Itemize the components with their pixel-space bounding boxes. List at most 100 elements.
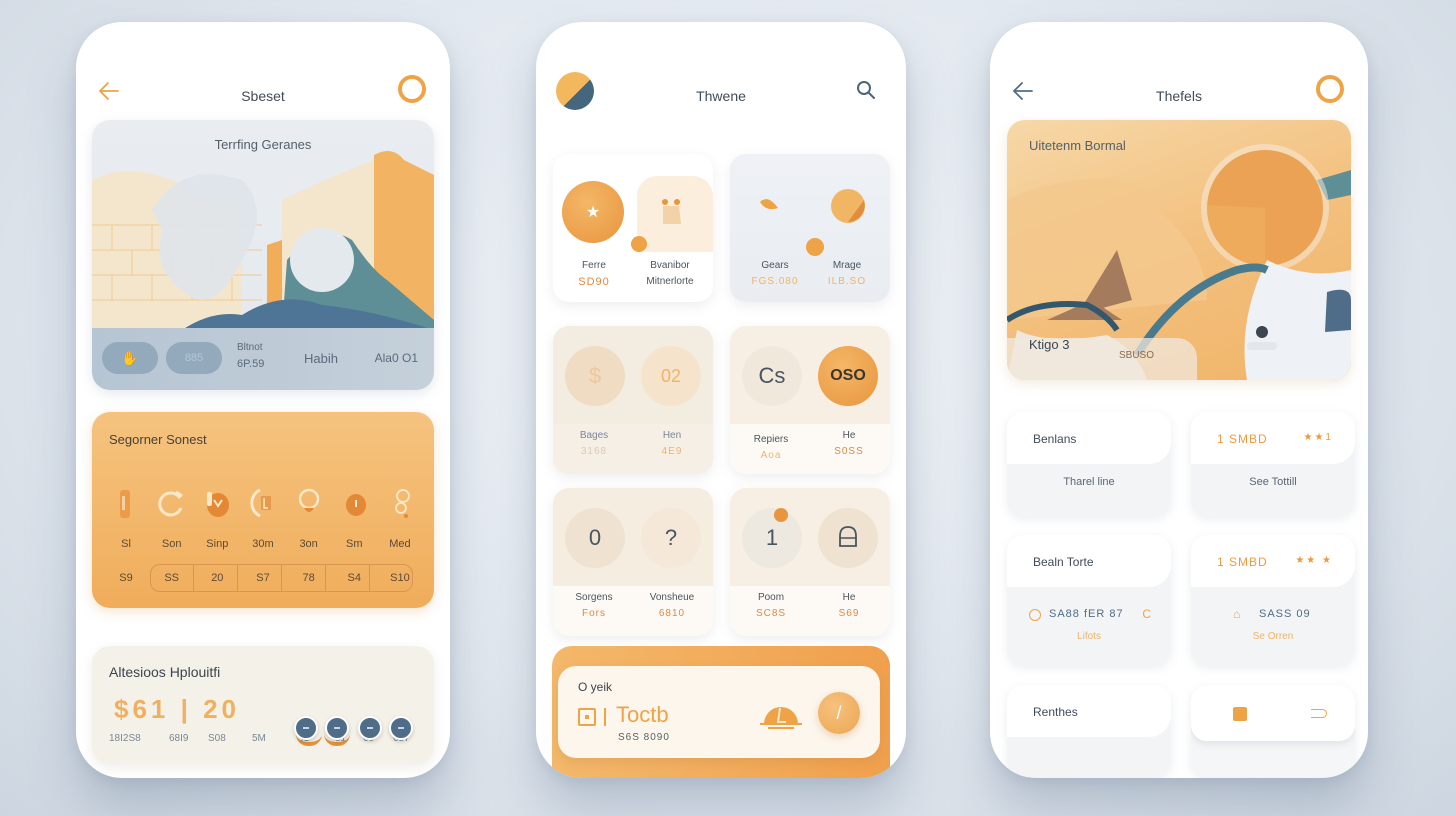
day-label: Sinp	[206, 538, 229, 550]
card-body: See Tottill	[1249, 476, 1297, 488]
hero-action-bar: ✋ 885 Bltnot 6P.59 Habih Ala0 O1	[92, 328, 434, 390]
page-title: Thwene	[696, 88, 746, 104]
pie-icon	[831, 189, 865, 223]
day-label: 30m	[252, 538, 274, 550]
tile-value: 4E9	[661, 446, 683, 457]
phone-middle-screen: Thwene ★ Ferre SD90 Bvanibor Mitnerlorte…	[536, 22, 906, 778]
tile-label: Ferre	[582, 260, 606, 271]
middle-label: Habih	[304, 351, 338, 366]
card-body: SA88 fER 87	[1049, 608, 1124, 620]
text-icon: Cs	[742, 346, 802, 406]
info-card[interactable]: 1 SMBD ★★ ★ ⌂ SASS 09 Se Orren	[1191, 535, 1355, 665]
info-card[interactable]: 1 SMBD ★★1 See Tottill	[1191, 412, 1355, 516]
info-card[interactable]: Renthes	[1007, 685, 1171, 777]
tile-value: S0SS	[834, 446, 864, 457]
tile-label: Sorgens	[575, 592, 613, 603]
tile[interactable]: 1 Poom SC8S He S69	[730, 488, 890, 636]
tile-label: Mrage	[832, 260, 862, 271]
tile-label: Vonsheue	[649, 592, 695, 603]
search-icon[interactable]	[856, 80, 876, 100]
page-title: Sbeset	[241, 88, 285, 104]
question-icon: ?	[641, 508, 701, 568]
tile-label: He	[842, 430, 856, 441]
info-card[interactable]	[1191, 685, 1355, 777]
secondary-pill-button[interactable]: 885	[166, 342, 222, 374]
tile-value: 3168	[580, 446, 608, 457]
day-value[interactable]: SS	[152, 572, 192, 584]
notification-dot	[774, 508, 788, 522]
lightbulb-icon[interactable]	[244, 484, 282, 522]
badge-icon: OSO	[818, 346, 878, 406]
circle-icon	[1029, 609, 1041, 621]
hero-title: Terrfing Geranes	[214, 137, 312, 152]
tile[interactable]: 0 ? Sorgens Fors Vonsheue 6810	[553, 488, 713, 636]
day-value[interactable]: S4	[334, 572, 374, 584]
day-value[interactable]: S9	[106, 572, 146, 584]
tile[interactable]: Cs OSO Repiers Aoa He S0SS	[730, 326, 890, 474]
tile-label: Bages	[579, 430, 609, 441]
ring-icon[interactable]	[398, 75, 426, 103]
summary-card: Altesioos Hplouitfi $61 | 20 18I2S8 68I9…	[92, 646, 434, 764]
tile[interactable]: $ 02 Bages 3168 Hen 4E9	[553, 326, 713, 474]
day-label: Son	[161, 538, 182, 550]
zero-icon: 0	[565, 508, 625, 568]
summary-value: $61 | 20	[114, 694, 241, 724]
day-value[interactable]: 20	[197, 572, 237, 584]
tile-value: Aoa	[760, 450, 782, 461]
day-value[interactable]: S7	[243, 572, 283, 584]
card-title: 1 SMBD	[1217, 432, 1268, 446]
info-card[interactable]: Bealn Torte SA88 fER 87 C Lifots	[1007, 535, 1171, 665]
day-value[interactable]: 78	[289, 572, 329, 584]
lamp-icon[interactable]	[198, 484, 236, 522]
tile-label: Hen	[662, 430, 682, 441]
hero-caption: Ktigo 3	[1029, 337, 1070, 352]
pen-icon[interactable]: /	[818, 692, 860, 734]
tile-label: Poom	[757, 592, 785, 603]
tile[interactable]: Gears FGS.080 Mrage ILB.SO	[730, 154, 890, 302]
refresh-icon[interactable]	[152, 484, 190, 522]
tile-value: FGS.080	[751, 276, 799, 287]
minus-button[interactable]	[325, 716, 349, 740]
tile[interactable]: ★ Ferre SD90 Bvanibor Mitnerlorte	[553, 154, 713, 302]
hand-button[interactable]: ✋	[102, 342, 158, 374]
tile-label: Gears	[761, 260, 789, 271]
one-icon: 1	[742, 508, 802, 568]
bag-icon	[818, 508, 878, 568]
info-card[interactable]: Benlans Tharel line	[1007, 412, 1171, 516]
minus-button[interactable]	[389, 716, 413, 740]
flower-icon[interactable]	[382, 484, 420, 522]
hero-title: Uitetenm Bormal	[1029, 138, 1126, 153]
calendar-icon	[1233, 707, 1247, 721]
drop-icon[interactable]	[336, 484, 374, 522]
brain-icon[interactable]	[290, 484, 328, 522]
toggle-icon[interactable]	[1311, 709, 1327, 718]
tile-value: ILB.SO	[827, 276, 867, 287]
dollar-icon: $	[565, 346, 625, 406]
card-title: Bealn Torte	[1033, 555, 1094, 569]
minus-button[interactable]	[294, 716, 318, 740]
summary-sub-label: 5M	[252, 733, 266, 744]
cta-sub: S6S 8090	[618, 732, 670, 743]
bottle-icon[interactable]	[106, 484, 144, 522]
minus-button[interactable]	[358, 716, 382, 740]
schedule-title: Segorner Sonest	[109, 432, 207, 447]
cta-caption: O yeik	[578, 680, 613, 694]
summary-title: Altesioos Hplouitfi	[109, 664, 221, 680]
ring-icon[interactable]	[1316, 75, 1344, 103]
card-body: SASS 09	[1259, 608, 1311, 620]
day-value[interactable]: S10	[380, 572, 420, 584]
text-icon: 02	[641, 346, 701, 406]
phone-right-screen: Thefels Uitetenm Bormal Ktigo 3 SBUSO Be…	[990, 22, 1368, 778]
summary-sub-label: 18I2S8	[109, 733, 141, 744]
stat-label: Bltnot	[237, 342, 263, 353]
people-icon	[637, 176, 713, 252]
hero-card[interactable]: Uitetenm Bormal Ktigo 3 SBUSO	[1007, 120, 1351, 380]
hero-card[interactable]: Terrfing Geranes ✋ 885 Bltnot 6P.59 Habi…	[92, 120, 434, 390]
dot-indicator	[806, 238, 824, 256]
card-sub: Lifots	[1077, 631, 1101, 642]
phone-left-screen: Sbeset Terrfing Geranes ✋ 885 Bltnot 6P.…	[76, 22, 450, 778]
cta-card[interactable]: O yeik Toctb S6S 8090 /	[552, 646, 890, 778]
card-title: Renthes	[1033, 705, 1078, 719]
square-icon	[578, 708, 596, 726]
day-label: Sl	[121, 538, 131, 550]
